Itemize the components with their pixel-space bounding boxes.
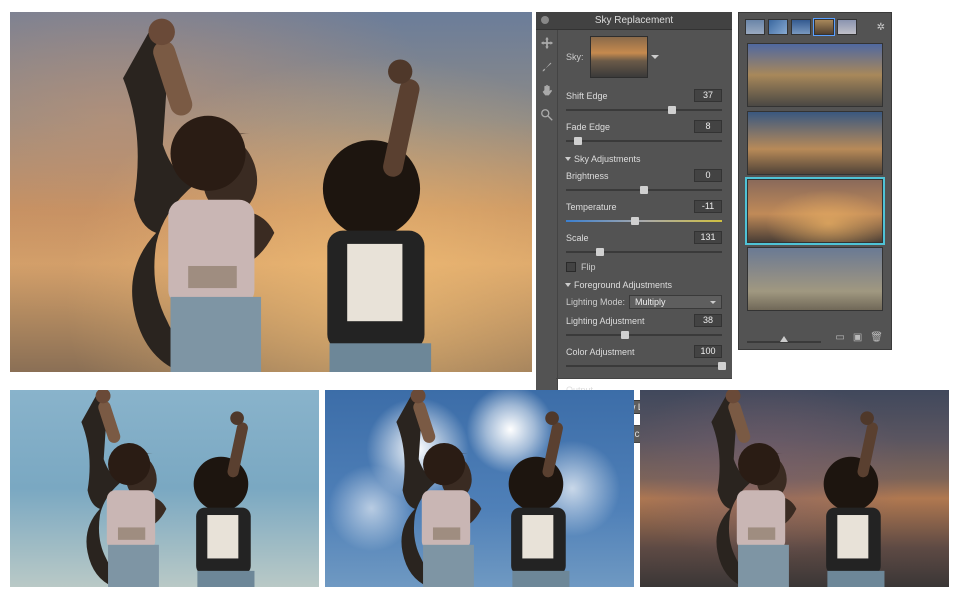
thumbnail-size-slider[interactable] (747, 341, 821, 343)
shift-edge-value[interactable]: 37 (694, 89, 722, 102)
shift-edge-label: Shift Edge (566, 91, 608, 101)
scale-slider[interactable] (566, 247, 722, 257)
lighting-adjustment-label: Lighting Adjustment (566, 316, 645, 326)
sky-preset-thumb[interactable] (747, 111, 883, 175)
fade-edge-label: Fade Edge (566, 122, 610, 132)
document-canvas[interactable] (10, 12, 532, 372)
dialog-toolbar (536, 30, 558, 420)
brightness-slider[interactable] (566, 185, 722, 195)
flip-checkbox[interactable] (566, 262, 576, 272)
brightness-value[interactable]: 0 (694, 169, 722, 182)
window-close-dot[interactable] (541, 16, 549, 24)
flip-label: Flip (581, 262, 596, 272)
sky-category-thumb[interactable] (837, 19, 857, 35)
foreground-adjustments-header[interactable]: Foreground Adjustments (566, 280, 722, 290)
variant-preview (325, 390, 634, 587)
variants-row (0, 386, 959, 599)
brush-tool-icon[interactable] (540, 60, 554, 74)
temperature-label: Temperature (566, 202, 617, 212)
lighting-mode-select[interactable]: Multiply (629, 295, 722, 309)
temperature-slider[interactable] (566, 216, 722, 226)
new-folder-icon[interactable]: ▭ (835, 332, 844, 343)
sky-replacement-dialog: Sky Replacement Sky: Shift Edge 37 (536, 12, 732, 378)
sky-preset-dropdown[interactable] (590, 36, 648, 78)
settings-gear-icon[interactable]: ✲ (877, 22, 885, 33)
sky-label: Sky: (566, 52, 584, 62)
shift-edge-slider[interactable] (566, 105, 722, 115)
color-adjustment-label: Color Adjustment (566, 347, 635, 357)
lighting-adjustment-value[interactable]: 38 (694, 314, 722, 327)
sky-preset-browser: ✲ ▭ ▣ 🗑 (738, 12, 892, 350)
variant-preview (640, 390, 949, 587)
temperature-value[interactable]: -11 (694, 200, 722, 213)
lighting-mode-label: Lighting Mode: (566, 297, 625, 307)
brightness-label: Brightness (566, 171, 609, 181)
dialog-title-text: Sky Replacement (595, 15, 673, 26)
scale-label: Scale (566, 233, 589, 243)
dialog-title: Sky Replacement (536, 12, 732, 30)
new-preset-icon[interactable]: ▣ (853, 332, 862, 343)
sky-category-thumb[interactable] (791, 19, 811, 35)
sky-preset-thumb[interactable] (747, 247, 883, 311)
delete-icon[interactable]: 🗑 (870, 332, 883, 343)
sky-category-thumb[interactable] (814, 19, 834, 35)
sky-adjustments-header[interactable]: Sky Adjustments (566, 154, 722, 164)
color-adjustment-slider[interactable] (566, 361, 722, 371)
move-tool-icon[interactable] (540, 36, 554, 50)
variant-preview (10, 390, 319, 587)
fade-edge-value[interactable]: 8 (694, 120, 722, 133)
scale-value[interactable]: 131 (694, 231, 722, 244)
zoom-tool-icon[interactable] (540, 108, 554, 122)
fade-edge-slider[interactable] (566, 136, 722, 146)
sky-category-thumb[interactable] (768, 19, 788, 35)
sky-preset-thumb[interactable] (747, 43, 883, 107)
sky-category-thumb[interactable] (745, 19, 765, 35)
color-adjustment-value[interactable]: 100 (694, 345, 722, 358)
hand-tool-icon[interactable] (540, 84, 554, 98)
sky-preset-thumb[interactable] (747, 179, 883, 243)
lighting-adjustment-slider[interactable] (566, 330, 722, 340)
